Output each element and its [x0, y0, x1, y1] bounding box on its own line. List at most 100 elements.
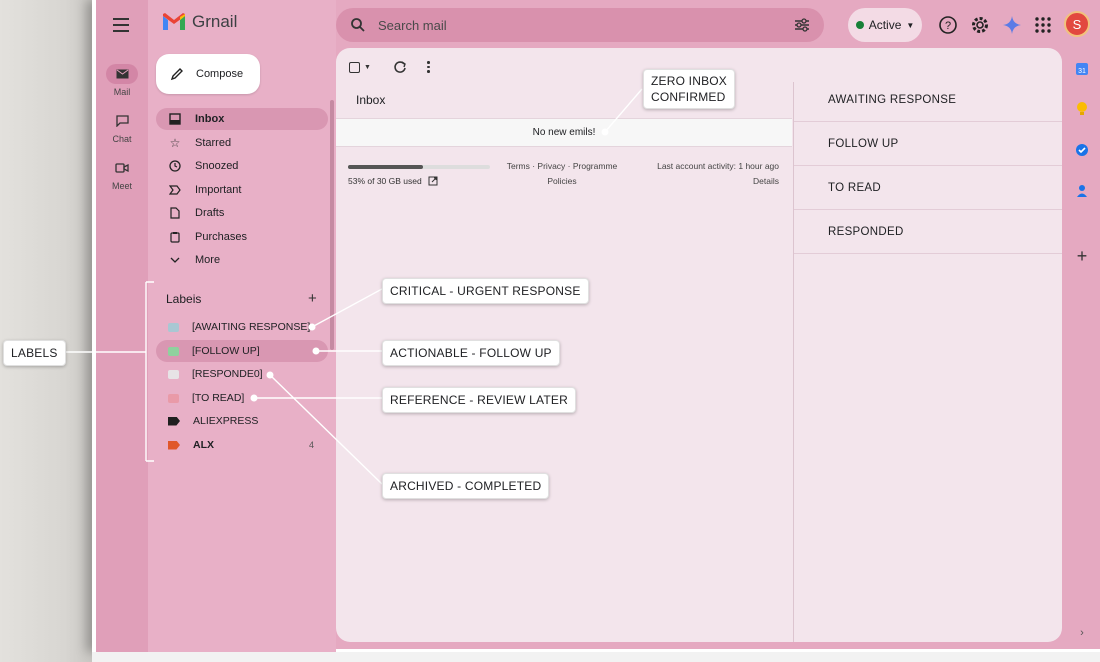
label-color-swatch: [168, 346, 179, 356]
nav-label: Drafts: [195, 207, 225, 219]
chevron-down-icon[interactable]: ▼: [364, 64, 371, 71]
compose-button[interactable]: Compose: [156, 54, 260, 94]
nav-label: Starred: [195, 137, 232, 149]
annotation-archived: ARCHIVED - COMPLETED: [382, 473, 550, 499]
rail-item-chat[interactable]: Chat: [102, 111, 142, 144]
account-activity: Last account activity: 1 hour ago Detail…: [636, 159, 779, 189]
tasks-icon[interactable]: [1073, 141, 1091, 159]
compose-label: Compose: [196, 68, 244, 80]
reading-pane-label-row[interactable]: TO READ: [794, 166, 1062, 210]
label-aliexpress[interactable]: ALIEXPRESS: [156, 410, 328, 432]
pencil-icon: [170, 68, 183, 81]
search-input[interactable]: Search mail: [378, 18, 782, 33]
select-all-checkbox[interactable]: [349, 61, 360, 73]
rail-label-chat: Chat: [112, 134, 132, 144]
contacts-icon[interactable]: [1073, 182, 1091, 200]
nav-item-inbox[interactable]: Inbox: [156, 108, 328, 130]
nav-scrollbar[interactable]: [330, 100, 334, 350]
app-rail: [96, 0, 148, 652]
nav-item-drafts[interactable]: Drafts: [156, 202, 328, 224]
label-follow-up[interactable]: [FOLLOW UP]: [156, 340, 328, 362]
apps-grid-icon[interactable]: [1033, 15, 1053, 35]
search-bar[interactable]: Search mail: [336, 8, 824, 42]
chevron-down-icon: ▼: [906, 20, 915, 30]
select-checkbox-dropdown[interactable]: ▼: [349, 59, 371, 75]
important-icon: [168, 183, 182, 197]
chevron-down-icon: [168, 253, 182, 267]
nav-item-important[interactable]: Important: [156, 179, 328, 201]
add-label-icon[interactable]: +: [308, 290, 317, 307]
annotation-actionable: ACTIONABLE - FOLLOW UP: [382, 340, 560, 366]
reading-pane-label-row[interactable]: FOLLOW UP: [794, 122, 1062, 166]
account-avatar[interactable]: S: [1064, 11, 1090, 37]
chat-icon: [106, 111, 138, 131]
add-addon-icon[interactable]: +: [1073, 246, 1091, 266]
annotation-reference: REFERENCE - REVIEW LATER: [382, 387, 576, 413]
nav-label: More: [195, 254, 221, 266]
gmail-logo[interactable]: Grnail: [162, 12, 237, 32]
nav-item-more[interactable]: More: [156, 249, 328, 271]
label-responded[interactable]: [RESPONDE0]: [156, 363, 328, 385]
desk-background: [0, 0, 92, 662]
keep-icon[interactable]: [1073, 100, 1091, 118]
nav-item-purchases[interactable]: Purchases: [156, 226, 328, 248]
label-to-read[interactable]: [TO READ]: [156, 387, 328, 409]
menu-icon[interactable]: [110, 14, 132, 36]
storage-usage: 53% of 30 GB used: [348, 176, 438, 186]
refresh-icon[interactable]: [393, 59, 407, 75]
annotation-labels-bracket: LABELS: [3, 340, 66, 366]
meet-icon: [106, 158, 138, 178]
nav-label: Purchases: [195, 231, 247, 243]
settings-gear-icon[interactable]: [970, 15, 990, 35]
inbox-icon: [168, 112, 182, 126]
rail-item-mail[interactable]: Mail: [102, 64, 142, 97]
label-name: ALIEXPRESS: [193, 415, 259, 427]
star-icon: ☆: [169, 136, 181, 150]
label-name: [TO READ]: [192, 392, 245, 404]
rail-item-meet[interactable]: Meet: [102, 158, 142, 191]
label-color-swatch: [168, 322, 179, 332]
gmail-window: Grnail Search mail Active ▼ ? S Mail Cha…: [92, 0, 1100, 652]
more-options-icon[interactable]: [427, 59, 430, 75]
app-name: Grnail: [192, 12, 238, 31]
mail-icon: [106, 64, 138, 84]
label-color-swatch: [168, 369, 179, 379]
empty-message-text: No new emils!: [532, 127, 596, 138]
status-button[interactable]: Active ▼: [848, 8, 922, 42]
chevron-right-icon[interactable]: ›: [1073, 624, 1091, 642]
storage-fill: [348, 165, 424, 169]
annotation-critical: CRITICAL - URGENT RESPONSE: [382, 278, 589, 304]
purchases-icon: [168, 230, 182, 244]
nav-item-starred[interactable]: ☆ Starred: [156, 132, 328, 154]
top-bar: Grnail Search mail Active ▼ ? S: [96, 0, 1100, 50]
nav-label: Important: [195, 184, 242, 196]
svg-text:?: ?: [945, 20, 951, 32]
label-name: ALX: [193, 439, 214, 451]
label-name: [RESPONDE0]: [192, 368, 263, 380]
help-icon[interactable]: ?: [938, 15, 958, 35]
svg-text:31: 31: [1078, 68, 1086, 75]
unread-count: 4: [308, 440, 314, 450]
window-bottom-edge: [92, 652, 1100, 662]
draft-icon: [168, 206, 182, 220]
empty-inbox-message: No new emils!: [336, 118, 792, 147]
storage-text: 53% of 30 GB used: [348, 176, 422, 186]
terms-privacy-link[interactable]: Terms · Privacy · Programme: [496, 159, 628, 174]
footer-links: Terms · Privacy · Programme Policies: [496, 159, 628, 189]
calendar-icon[interactable]: 31: [1073, 60, 1091, 78]
rail-label-meet: Meet: [111, 181, 132, 191]
search-icon[interactable]: [350, 17, 366, 33]
label-awaiting-response[interactable]: [AWAITING RESPONSE]: [156, 316, 328, 338]
label-tag-icon: [168, 440, 180, 450]
reading-pane-label-row[interactable]: RESPONDED: [794, 210, 1062, 254]
filter-options-icon[interactable]: [794, 18, 810, 32]
nav-label: Inbox: [195, 113, 225, 125]
open-external-icon[interactable]: [428, 176, 438, 186]
label-alx[interactable]: ALX 4: [156, 434, 328, 456]
nav-item-snoozed[interactable]: Snoozed: [156, 155, 328, 177]
details-link[interactable]: Details: [636, 174, 779, 189]
policies-link[interactable]: Policies: [496, 174, 628, 189]
reading-pane-label-row[interactable]: AWAITING RESPONSE: [794, 78, 1062, 122]
gemini-sparkle-icon[interactable]: [1002, 15, 1022, 35]
status-label: Active: [868, 18, 902, 32]
